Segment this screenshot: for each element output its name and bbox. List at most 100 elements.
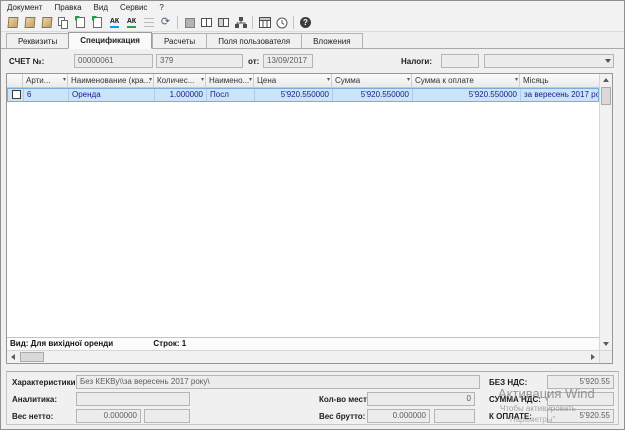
filter-arrow-icon[interactable]: ▾ <box>407 74 410 87</box>
rows-count-label: Строк: 1 <box>153 339 186 348</box>
split-view-icon[interactable] <box>198 15 215 31</box>
table-grid-icon[interactable] <box>256 15 273 31</box>
table-status-bar: Вид: Для вихідної оренди Строк: 1 <box>7 337 599 350</box>
account-code-field[interactable]: 379 <box>156 54 243 68</box>
column-header-select[interactable] <box>7 74 23 87</box>
vertical-scroll-thumb[interactable] <box>601 87 611 105</box>
characteristics-field[interactable]: Без КЕКВу\\за вересень 2017 року\ <box>76 375 480 389</box>
tree-view-icon[interactable] <box>232 15 249 31</box>
scroll-down-icon[interactable] <box>600 338 612 350</box>
vertical-scrollbar[interactable] <box>599 74 612 350</box>
paste-page-icon[interactable] <box>72 15 89 31</box>
sheet-icon-2[interactable] <box>21 15 38 31</box>
cell-price: 5'920.550000 <box>255 89 333 101</box>
split-view-icon-2[interactable] <box>215 15 232 31</box>
column-header-unit[interactable]: Наимено...▾ <box>206 74 254 87</box>
panel-glyph <box>185 18 195 28</box>
gross-weight-label: Вес брутто: <box>319 412 365 422</box>
table-header-row: Арти...▾ Наименование (кра...▾ Количес..… <box>7 74 599 88</box>
vat-sum-field[interactable] <box>547 392 614 406</box>
cell-sum: 5'920.550000 <box>333 89 413 101</box>
filter-arrow-icon[interactable]: ▾ <box>63 74 66 87</box>
history-clock-icon[interactable] <box>273 15 290 31</box>
scroll-right-icon[interactable] <box>587 351 599 363</box>
taxes-field[interactable] <box>441 54 479 68</box>
lines-glyph <box>144 18 154 27</box>
column-header-label: Арти... <box>26 76 50 85</box>
menu-help[interactable]: ? <box>153 3 169 12</box>
panel-view-icon[interactable] <box>181 15 198 31</box>
sheet-icon-3[interactable] <box>38 15 55 31</box>
view-label: Вид: Для вихідної оренди <box>10 339 113 348</box>
bottom-panel: Характеристики: Без КЕКВу\\за вересень 2… <box>6 371 619 425</box>
to-pay-field[interactable]: 5'920.55 <box>547 409 614 423</box>
places-field[interactable]: 0 <box>367 392 475 406</box>
tab-rekvizity[interactable]: Реквизиты <box>6 33 68 48</box>
without-vat-field[interactable]: 5'920.55 <box>547 375 614 389</box>
tree-glyph <box>235 17 247 29</box>
sheet-icon[interactable] <box>4 15 21 31</box>
column-header-label: Наимено... <box>209 76 249 85</box>
table-body[interactable] <box>7 102 599 337</box>
font-edit-blue-icon[interactable]: АК <box>106 15 123 31</box>
horizontal-scroll-thumb[interactable] <box>20 352 44 362</box>
tab-specifikaciya[interactable]: Спецификация <box>68 32 152 49</box>
row-checkbox[interactable] <box>12 90 21 99</box>
to-pay-label: К ОПЛАТЕ: <box>489 412 532 422</box>
split-glyph <box>218 18 229 27</box>
app-window: Документ Правка Вид Сервис ? АК АК ⟳ ? <box>0 0 625 430</box>
scrollbar-corner <box>599 350 612 363</box>
column-header-sum-to-pay[interactable]: Сумма к оплате▾ <box>412 74 520 87</box>
paste-page-icon-2[interactable] <box>89 15 106 31</box>
column-header-qty[interactable]: Количес...▾ <box>154 74 206 87</box>
filter-arrow-icon[interactable]: ▾ <box>249 74 252 87</box>
column-header-price[interactable]: Цена▾ <box>254 74 332 87</box>
menu-service[interactable]: Сервис <box>114 3 153 12</box>
without-vat-label: БЕЗ НДС: <box>489 378 527 388</box>
column-header-name[interactable]: Наименование (кра...▾ <box>68 74 154 87</box>
gross-weight-unit-field[interactable] <box>434 409 475 423</box>
column-header-label: Сумма <box>335 76 360 85</box>
column-header-month[interactable]: Місяць <box>520 74 599 87</box>
tab-polya-polzovatelya[interactable]: Поля пользователя <box>206 33 301 48</box>
column-header-label: Наименование (кра... <box>71 76 150 85</box>
toolbar: АК АК ⟳ ? <box>1 14 624 32</box>
tab-vlozheniya[interactable]: Вложения <box>301 33 362 48</box>
copy-icon[interactable] <box>55 15 72 31</box>
column-header-sum[interactable]: Сумма ▾ <box>332 74 412 87</box>
date-field[interactable]: 13/09/2017 <box>263 54 313 68</box>
split-glyph <box>201 18 212 27</box>
filter-arrow-icon[interactable]: ▾ <box>201 74 204 87</box>
table-row[interactable]: 6 Оренда 1.000000 Посл 5'920.550000 5'92… <box>7 88 599 102</box>
scroll-left-icon[interactable] <box>7 351 19 363</box>
refresh-icon[interactable]: ⟳ <box>157 15 174 31</box>
toolbar-separator <box>252 16 253 29</box>
characteristics-label: Характеристики: <box>12 378 78 388</box>
filter-arrow-icon[interactable]: ▾ <box>149 74 152 87</box>
tab-raschety[interactable]: Расчеты <box>152 33 206 48</box>
filter-arrow-icon[interactable]: ▾ <box>327 74 330 87</box>
ak-glyph: АК <box>110 18 119 28</box>
net-weight-unit-field[interactable] <box>144 409 190 423</box>
menu-edit[interactable]: Правка <box>49 3 88 12</box>
chevron-down-icon[interactable] <box>605 59 611 63</box>
menu-document[interactable]: Документ <box>1 3 49 12</box>
taxes-dropdown[interactable] <box>484 54 614 68</box>
horizontal-scrollbar[interactable] <box>7 350 599 363</box>
scroll-up-icon[interactable] <box>600 74 612 86</box>
cell-select <box>8 89 24 101</box>
analytics-field[interactable] <box>76 392 190 406</box>
gross-weight-field[interactable]: 0.000000 <box>367 409 430 423</box>
clock-glyph <box>276 17 288 29</box>
font-edit-green-icon[interactable]: АК <box>123 15 140 31</box>
filter-arrow-icon[interactable]: ▾ <box>515 74 518 87</box>
column-header-label: Місяць <box>523 76 549 85</box>
account-number-field[interactable]: 00000061 <box>74 54 153 68</box>
account-label: СЧЕТ №: <box>9 57 44 67</box>
column-header-artikul[interactable]: Арти... ▾ <box>23 74 68 87</box>
toolbar-separator <box>177 16 178 29</box>
net-weight-field[interactable]: 0.000000 <box>76 409 141 423</box>
menu-view[interactable]: Вид <box>88 3 114 12</box>
help-icon[interactable]: ? <box>297 15 314 31</box>
toolbar-separator <box>293 16 294 29</box>
